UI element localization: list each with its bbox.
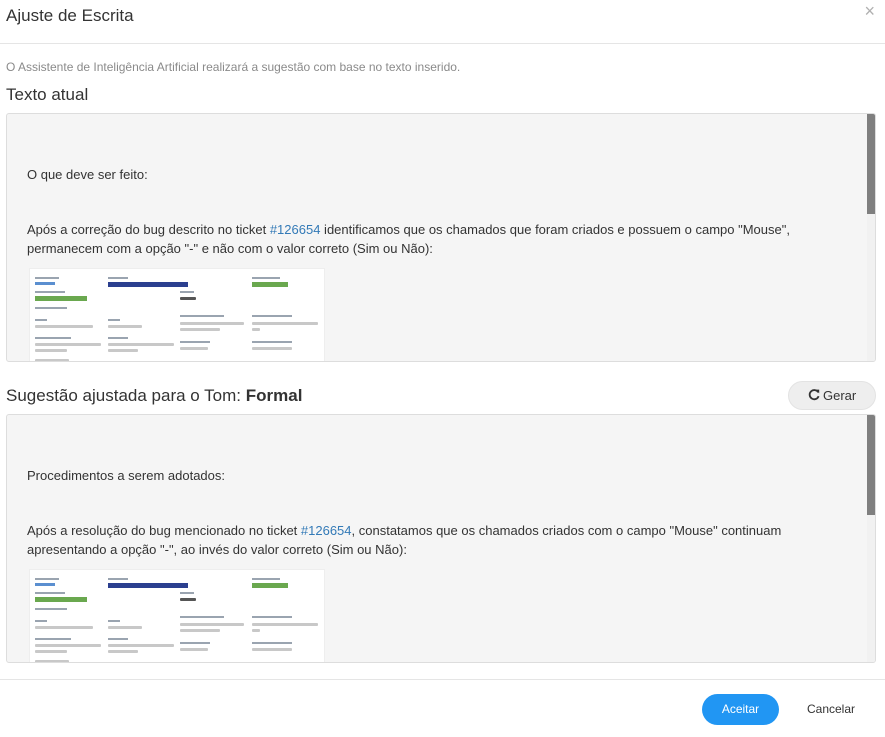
suggestion-scrollbar[interactable] xyxy=(867,415,875,662)
accept-button[interactable]: Aceitar xyxy=(702,694,779,725)
suggestion-scrollbar-thumb[interactable] xyxy=(867,415,875,515)
current-text-panel[interactable]: O que deve ser feito: Após a correção do… xyxy=(6,113,876,362)
tone-value: Formal xyxy=(245,386,303,405)
generate-button[interactable]: Gerar xyxy=(788,381,876,410)
suggestion-para-1: Procedimentos a serem adotados: xyxy=(27,468,225,483)
current-text-scrollbar-thumb[interactable] xyxy=(867,114,875,214)
ticket-link[interactable]: #126654 xyxy=(270,222,321,237)
suggestion-ticket-link[interactable]: #126654 xyxy=(301,523,352,538)
current-text-scrollbar[interactable] xyxy=(867,114,875,361)
modal-footer: Aceitar Cancelar xyxy=(0,679,885,737)
current-text-heading: Texto atual xyxy=(6,85,89,104)
close-icon[interactable]: × xyxy=(864,2,875,20)
suggestion-ticket-screenshot-image xyxy=(29,569,325,662)
current-text-para-1: O que deve ser feito: xyxy=(27,167,148,182)
modal-title: Ajuste de Escrita xyxy=(6,6,134,25)
suggestion-heading: Sugestão ajustada para o Tom: Formal xyxy=(6,386,302,406)
suggestion-para-2-start: Após a resolução do bug mencionado no ti… xyxy=(27,523,301,538)
generate-button-label: Gerar xyxy=(823,388,857,403)
cancel-button[interactable]: Cancelar xyxy=(795,694,867,725)
current-text-para-2: Após a correção do bug descrito no ticke… xyxy=(27,220,847,258)
assistant-description: O Assistente de Inteligência Artificial … xyxy=(6,60,461,74)
suggestion-panel[interactable]: Procedimentos a serem adotados: Após a r… xyxy=(6,414,876,663)
refresh-icon xyxy=(808,388,820,402)
ticket-screenshot-image xyxy=(29,268,325,361)
modal-header: Ajuste de Escrita × xyxy=(0,0,885,44)
suggestion-para-2: Após a resolução do bug mencionado no ti… xyxy=(27,521,847,559)
current-text-para-2-start: Após a correção do bug descrito no ticke… xyxy=(27,222,270,237)
suggestion-heading-label: Sugestão ajustada para o Tom: xyxy=(6,386,246,405)
